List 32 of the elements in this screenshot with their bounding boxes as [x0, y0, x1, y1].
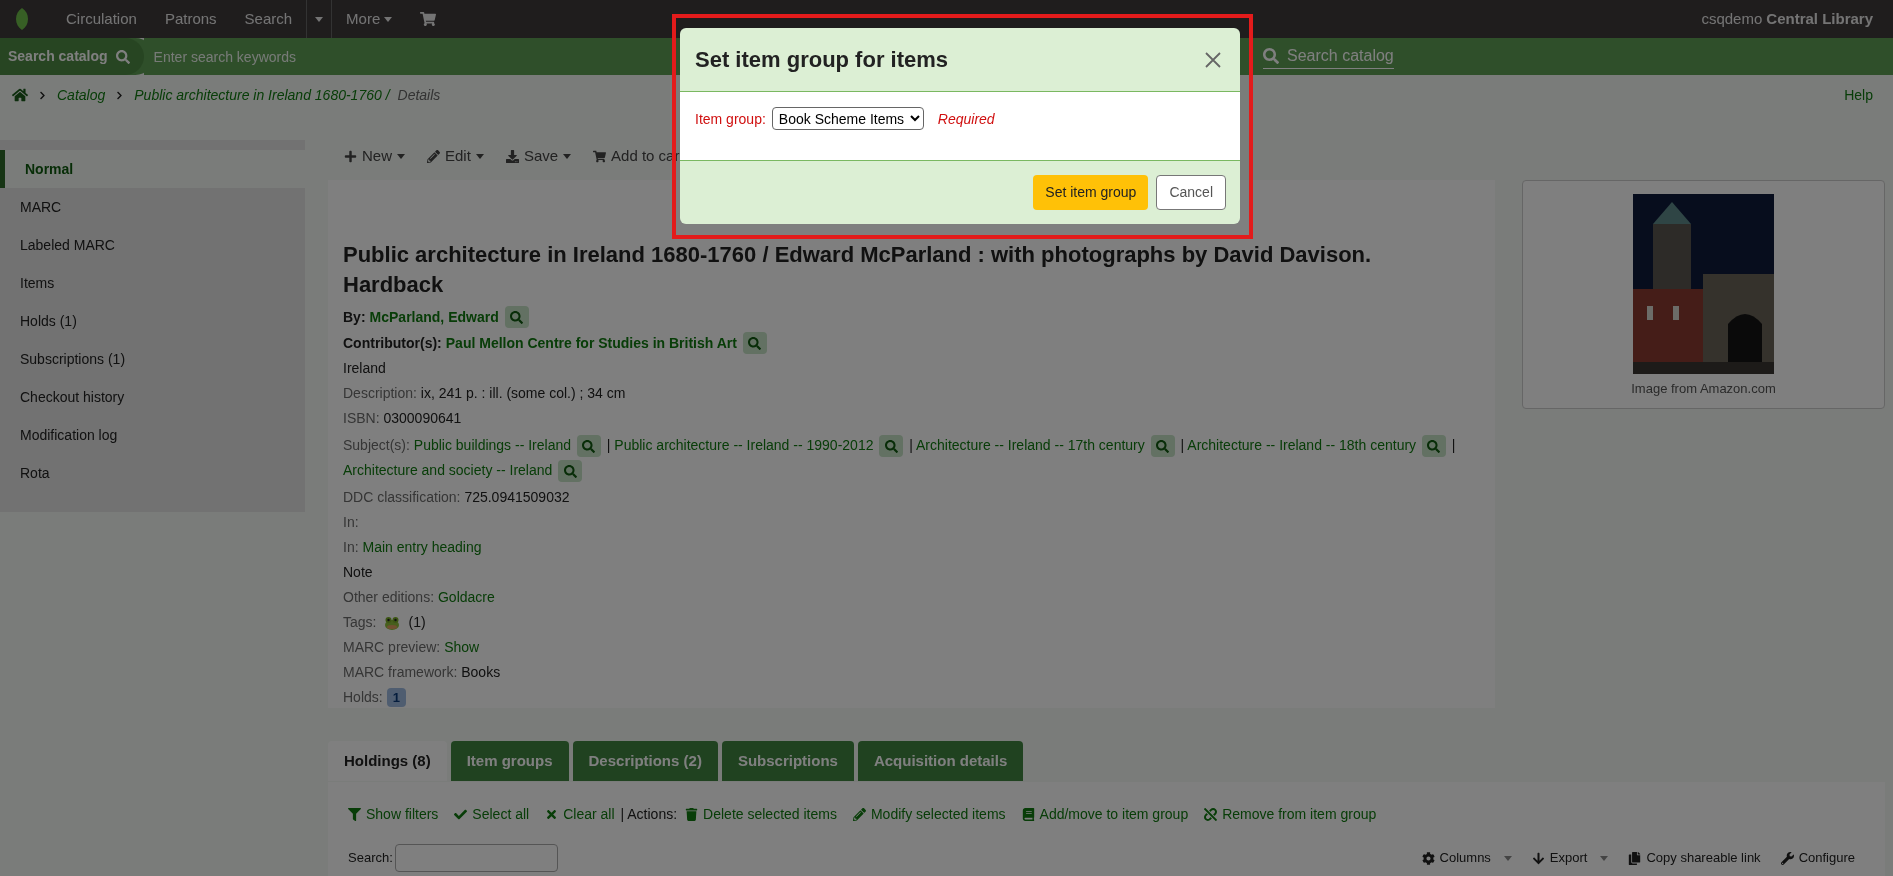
field-label: Tags:	[343, 613, 377, 632]
item-group-label: Item group:	[695, 110, 766, 129]
record-title: Public architecture in Ireland 1680-1760 / Edward McParland : with photographs by David Davison. Hardback	[343, 241, 1373, 299]
field-value: Books	[461, 664, 501, 680]
field-label: MARC framework:	[343, 664, 459, 680]
field-label: Holds:	[343, 688, 383, 707]
actions-label: | Actions:	[620, 804, 678, 824]
field-label: DDC classification:	[343, 489, 462, 505]
search-label: Search:	[348, 849, 393, 868]
field-label: Description:	[343, 385, 418, 401]
field-value: 725.0941509032	[464, 489, 570, 505]
field-label: By:	[343, 307, 366, 327]
modal-title: Set item group for items	[695, 46, 949, 74]
holds-badge: 1	[386, 687, 406, 708]
separator-text: |	[1179, 437, 1186, 453]
field-text: Note	[343, 564, 373, 580]
field-label: In:	[343, 539, 360, 555]
field-label: In:	[343, 514, 359, 530]
field-label: Other editions:	[343, 589, 436, 605]
required-hint: Required	[937, 110, 995, 129]
breadcrumb-current: Details	[397, 85, 441, 105]
field-label: Contributor(s):	[343, 333, 442, 353]
field-label: Subject(s):	[343, 437, 411, 453]
separator-text: |	[1450, 437, 1456, 453]
tag-count: (1)	[408, 613, 426, 632]
image-caption: Image from Amazon.com	[1631, 380, 1776, 398]
field-label: ISBN:	[343, 410, 381, 426]
separator-text: |	[908, 437, 914, 453]
field-label: MARC preview:	[343, 639, 442, 655]
field-value: 0300090641	[383, 410, 462, 426]
field-text: Ireland	[343, 360, 386, 376]
separator-text: |	[605, 437, 612, 453]
